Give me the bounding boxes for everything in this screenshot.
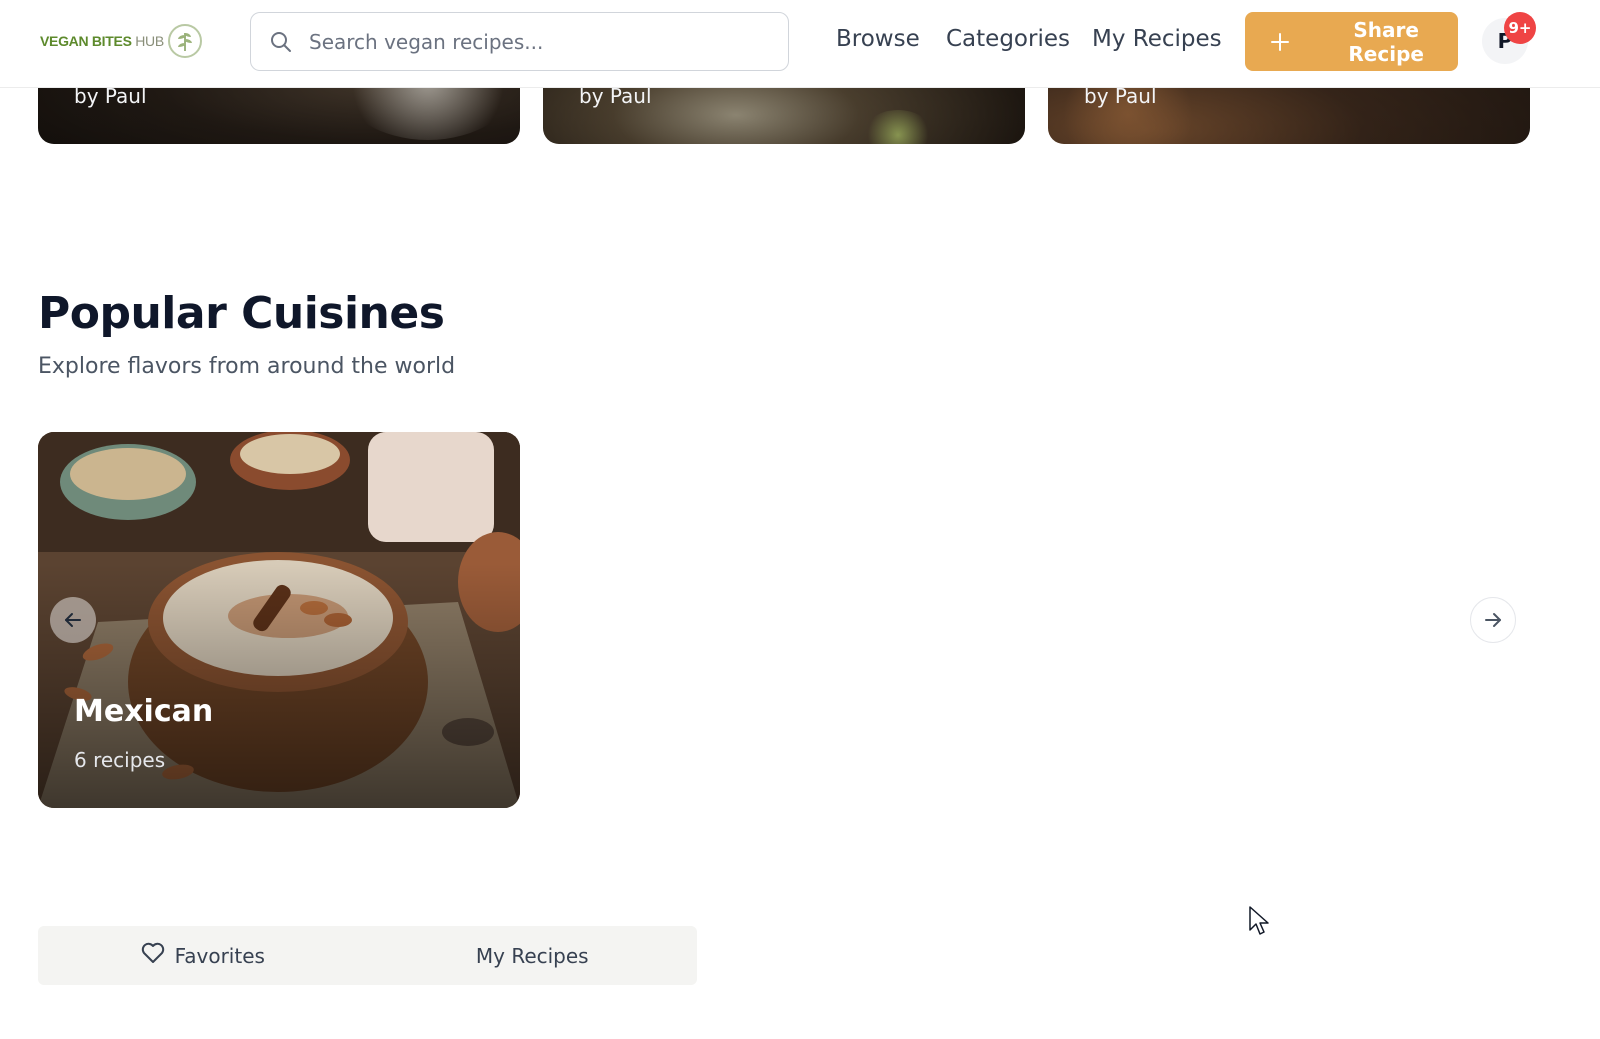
logo-text-hub: HUB bbox=[135, 33, 164, 49]
heart-icon bbox=[141, 942, 165, 969]
logo[interactable]: VEGAN BITES HUB bbox=[40, 24, 202, 58]
section-subtitle: Explore flavors from around the world bbox=[38, 354, 456, 379]
plus-icon bbox=[1269, 31, 1290, 53]
logo-text: VEGAN BITES HUB bbox=[40, 33, 164, 49]
share-recipe-button[interactable]: Share Recipe bbox=[1245, 12, 1458, 71]
carousel-next-button[interactable] bbox=[1470, 597, 1516, 643]
leaf-icon bbox=[167, 24, 202, 58]
tab-my-recipes-label: My Recipes bbox=[475, 943, 589, 968]
arrow-right-icon bbox=[1485, 613, 1501, 627]
search-bar bbox=[250, 12, 789, 71]
section-title: Popular Cuisines bbox=[38, 288, 445, 339]
tab-my-recipes[interactable]: My Recipes bbox=[368, 926, 698, 985]
recipe-tabs: Favorites My Recipes bbox=[38, 926, 697, 985]
cuisine-name: Mexican bbox=[74, 694, 214, 729]
nav-browse[interactable]: Browse bbox=[836, 26, 920, 52]
arrow-left-icon bbox=[65, 613, 81, 627]
tab-favorites-label: Favorites bbox=[174, 943, 265, 968]
carousel-prev-button[interactable] bbox=[50, 597, 96, 643]
share-recipe-label: Share Recipe bbox=[1348, 17, 1424, 66]
logo-text-main: VEGAN BITES bbox=[40, 33, 132, 49]
mouse-cursor-icon bbox=[1249, 906, 1269, 935]
notification-badge: 9+ bbox=[1504, 12, 1536, 44]
cuisine-recipe-count: 6 recipes bbox=[74, 748, 166, 772]
nav-categories[interactable]: Categories bbox=[946, 26, 1070, 52]
top-navbar: VEGAN BITES HUB Browse Categories My Rec… bbox=[0, 0, 1600, 88]
nav-my-recipes[interactable]: My Recipes bbox=[1092, 26, 1222, 52]
search-icon bbox=[269, 30, 293, 54]
search-input[interactable] bbox=[309, 29, 729, 54]
tab-favorites[interactable]: Favorites bbox=[38, 926, 368, 985]
